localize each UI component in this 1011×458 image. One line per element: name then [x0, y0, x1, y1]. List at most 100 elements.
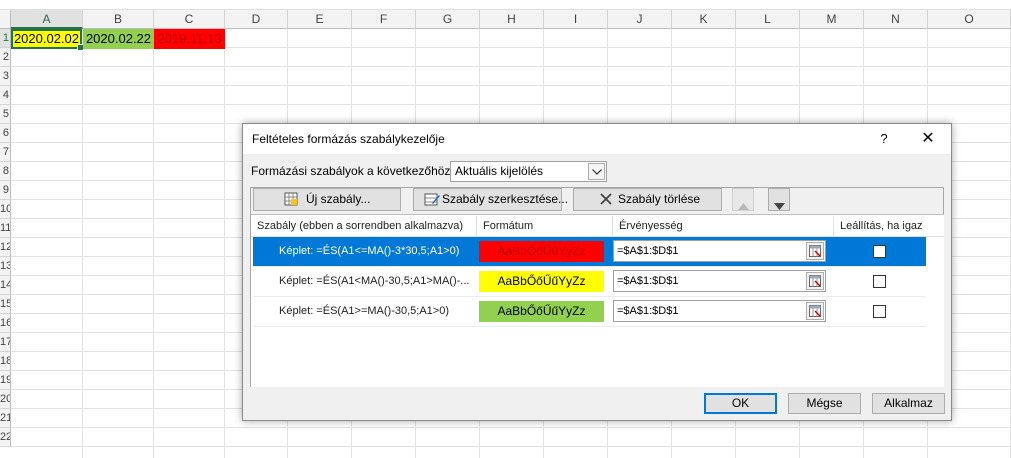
row-header-21[interactable]: 21: [0, 409, 11, 428]
column-header-applies-to: Érvényesség: [613, 216, 834, 236]
column-header-h[interactable]: H: [480, 10, 544, 29]
row-header-3[interactable]: 3: [0, 67, 11, 86]
column-header-l[interactable]: L: [736, 10, 800, 29]
column-header-rule: Szabály (ebben a sorrendben alkalmazva): [251, 216, 477, 236]
new-rule-button[interactable]: Új szabály...: [253, 188, 401, 211]
row-header-14[interactable]: 14: [0, 276, 11, 295]
applies-to-value: =$A$1:$D$1: [617, 305, 679, 317]
edit-rule-icon: [424, 192, 440, 213]
gridline-horizontal: [11, 427, 1011, 428]
column-header-stop-if-true: Leállítás, ha igaz: [840, 220, 923, 232]
delete-rule-button[interactable]: Szabály törlése: [573, 188, 722, 211]
rule-formula: Képlet: =ÉS(A1<=MA()-3*30,5;A1>0): [279, 245, 460, 257]
column-header-n[interactable]: N: [864, 10, 928, 29]
stop-if-true-checkbox[interactable]: [873, 305, 886, 318]
gridline-vertical: [224, 29, 225, 458]
cancel-button[interactable]: Mégse: [788, 393, 861, 414]
dialog-titlebar: Feltételes formázás szabálykezelője ? ✕: [243, 124, 951, 154]
rule-row-2[interactable]: Képlet: =ÉS(A1<MA()-30,5;A1>MA()-... AaB…: [253, 267, 926, 296]
row-header-19[interactable]: 19: [0, 371, 11, 390]
rule-formula: Képlet: =ÉS(A1<MA()-30,5;A1>MA()-...: [279, 275, 470, 287]
column-header-i[interactable]: I: [544, 10, 608, 29]
column-header-a[interactable]: A: [11, 10, 83, 29]
column-header-d[interactable]: D: [225, 10, 288, 29]
gridline-horizontal: [11, 66, 1011, 67]
row-header-12[interactable]: 12: [0, 238, 11, 257]
gridline-horizontal: [11, 104, 1011, 105]
apply-button[interactable]: Alkalmaz: [872, 393, 945, 414]
column-header-e[interactable]: E: [288, 10, 352, 29]
row-header-5[interactable]: 5: [0, 105, 11, 124]
applies-to-value: =$A$1:$D$1: [617, 245, 679, 257]
select-all-corner[interactable]: [0, 10, 11, 29]
new-rule-icon: [284, 192, 298, 213]
applies-to-field[interactable]: =$A$1:$D$1: [613, 300, 826, 322]
rule-row-1[interactable]: Képlet: =ÉS(A1<=MA()-3*30,5;A1>0) AaBbŐő…: [253, 237, 926, 266]
gridline-vertical: [82, 29, 83, 458]
move-down-button[interactable]: [768, 188, 790, 211]
column-header-m[interactable]: M: [800, 10, 864, 29]
delete-icon: [599, 192, 613, 213]
move-up-button[interactable]: [732, 188, 754, 211]
rule-formula: Képlet: =ÉS(A1>=MA()-30,5;A1>0): [279, 305, 449, 317]
show-rules-for-dropdown[interactable]: Aktuális kijelölés: [450, 161, 607, 182]
row-header-22[interactable]: 22: [0, 428, 11, 447]
applies-to-field[interactable]: =$A$1:$D$1: [613, 240, 826, 262]
row-header-4[interactable]: 4: [0, 86, 11, 105]
cell-b1[interactable]: 2020.02.22: [83, 29, 154, 49]
formula-area-edge: [0, 0, 1011, 10]
rules-list[interactable]: Szabály (ebben a sorrendben alkalmazva) …: [251, 214, 944, 387]
show-rules-for-value: Aktuális kijelölés: [455, 164, 544, 178]
row-divider: [253, 326, 926, 327]
format-preview: AaBbŐőŰűYyZz: [479, 241, 604, 262]
applies-to-value: =$A$1:$D$1: [617, 275, 679, 287]
gridline-horizontal: [11, 85, 1011, 86]
row-header-6[interactable]: 6: [0, 124, 11, 143]
range-select-icon[interactable]: [806, 302, 824, 320]
delete-rule-label: Szabály törlése: [618, 192, 701, 206]
row-header-11[interactable]: 11: [0, 219, 11, 238]
column-header-f[interactable]: F: [352, 10, 416, 29]
show-rules-for-label: Formázási szabályok a következőhöz:: [251, 164, 454, 178]
format-preview: AaBbŐőŰűYyZz: [479, 271, 604, 292]
edit-rule-label: Szabály szerkesztése...: [442, 192, 569, 206]
stop-if-true-checkbox[interactable]: [873, 245, 886, 258]
row-header-2[interactable]: 2: [0, 48, 11, 67]
gridline-vertical: [153, 29, 154, 458]
row-header-15[interactable]: 15: [0, 295, 11, 314]
column-header-format: Formátum: [477, 216, 613, 236]
row-header-1[interactable]: 1: [0, 29, 11, 48]
column-header-b[interactable]: B: [83, 10, 154, 29]
ok-button[interactable]: OK: [704, 393, 777, 414]
edit-rule-button[interactable]: Szabály szerkesztése...: [413, 188, 568, 213]
chevron-down-icon[interactable]: [588, 163, 605, 180]
row-header-17[interactable]: 17: [0, 333, 11, 352]
stop-if-true-checkbox[interactable]: [873, 275, 886, 288]
format-preview: AaBbŐőŰűYyZz: [479, 301, 604, 322]
row-header-8[interactable]: 8: [0, 162, 11, 181]
column-header-j[interactable]: J: [608, 10, 672, 29]
applies-to-field[interactable]: =$A$1:$D$1: [613, 270, 826, 292]
help-button[interactable]: ?: [869, 128, 899, 150]
row-header-13[interactable]: 13: [0, 257, 11, 276]
row-header-7[interactable]: 7: [0, 143, 11, 162]
column-header-c[interactable]: C: [154, 10, 225, 29]
row-header-10[interactable]: 10: [0, 200, 11, 219]
row-header-20[interactable]: 20: [0, 390, 11, 409]
column-header-k[interactable]: K: [672, 10, 736, 29]
rule-row-3[interactable]: Képlet: =ÉS(A1>=MA()-30,5;A1>0) AaBbŐőŰű…: [253, 297, 926, 326]
cell-c1[interactable]: 2019.11.13: [154, 29, 225, 49]
gridline-horizontal: [11, 446, 1011, 447]
range-select-icon[interactable]: [806, 272, 824, 290]
column-header-g[interactable]: G: [416, 10, 480, 29]
dialog-title: Feltételes formázás szabálykezelője: [252, 132, 445, 146]
row-header-9[interactable]: 9: [0, 181, 11, 200]
close-button[interactable]: ✕: [913, 128, 943, 150]
row-header-16[interactable]: 16: [0, 314, 11, 333]
new-rule-label: Új szabály...: [306, 192, 371, 206]
cell-a1[interactable]: 2020.02.02: [11, 29, 84, 51]
conditional-formatting-rules-manager-dialog: Feltételes formázás szabálykezelője ? ✕ …: [242, 123, 952, 421]
row-header-18[interactable]: 18: [0, 352, 11, 371]
column-header-o[interactable]: O: [928, 10, 1011, 29]
range-select-icon[interactable]: [806, 242, 824, 260]
